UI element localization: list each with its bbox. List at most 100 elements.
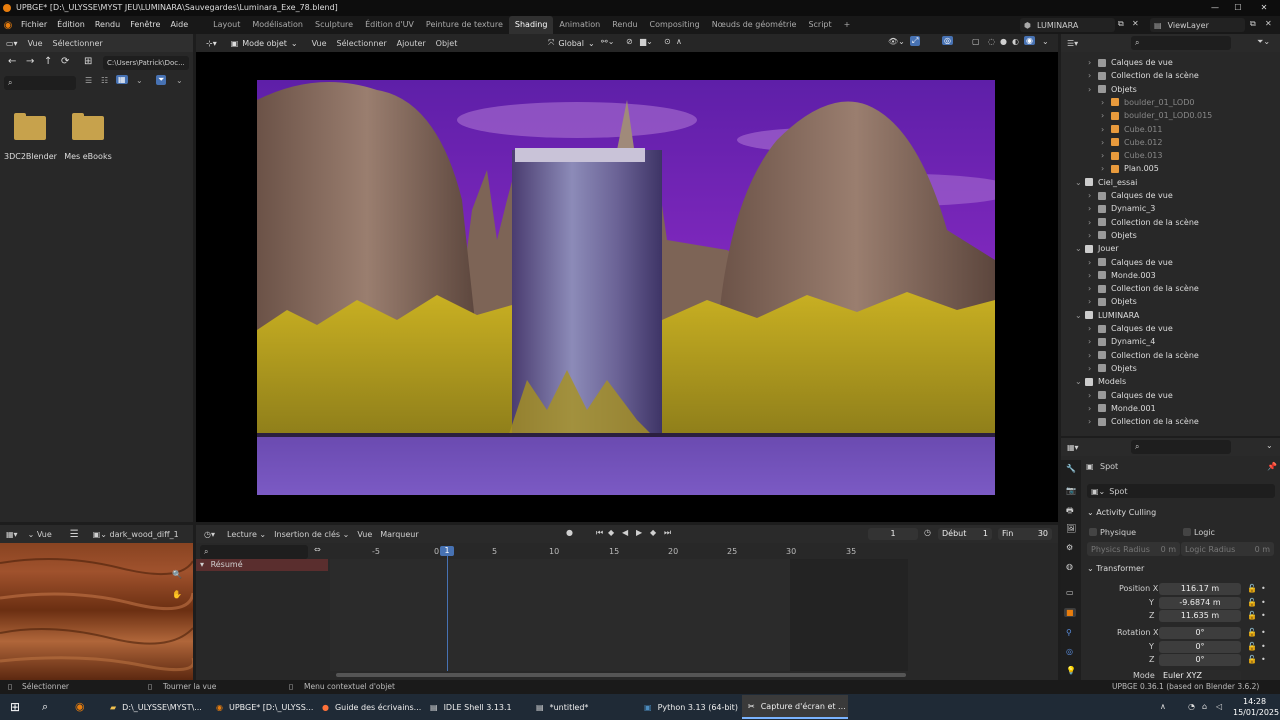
modifiers-tab-icon[interactable]: ⚲ <box>1066 628 1072 637</box>
editor-type-icon[interactable]: ▭▾ <box>6 39 18 48</box>
pan-hand-icon[interactable]: ✋ <box>172 590 182 599</box>
outliner-row[interactable]: › Objets <box>1088 362 1137 375</box>
tab-uv-editing[interactable]: Édition d'UV <box>359 16 420 34</box>
taskbar-item-explorer[interactable]: ▰ D:\_ULYSSE\MYST\... <box>104 695 204 719</box>
object-tab-icon[interactable]: ■ <box>1064 608 1076 617</box>
outliner-row[interactable]: › Calques de vue <box>1088 322 1173 335</box>
playhead-line[interactable] <box>447 547 448 671</box>
windows-start-icon[interactable]: ⊞ <box>10 700 20 714</box>
blender-logo-icon[interactable]: ◉ <box>0 16 16 34</box>
outliner-row[interactable]: › Monde.003 <box>1088 269 1156 282</box>
collection-tab-icon[interactable]: ▭ <box>1066 588 1074 597</box>
lock-icon[interactable]: 🔓 <box>1247 628 1257 637</box>
disclosure-icon[interactable]: › <box>1088 402 1098 415</box>
keyframe-dot-icon[interactable]: • <box>1261 642 1266 651</box>
chevron-down-icon[interactable]: ⌄ <box>1266 441 1273 450</box>
start-frame-field[interactable]: Début 1 <box>938 528 992 540</box>
zoom-icon[interactable]: 🔍 <box>172 570 182 579</box>
outliner-row[interactable]: › Dynamic_4 <box>1088 335 1155 348</box>
viewlayer-tab-icon[interactable]: 🖼 <box>1066 524 1076 533</box>
physics-radius-field[interactable]: Physics Radius 0 m <box>1087 542 1180 556</box>
pivot-icon[interactable]: ⚯⌄ <box>601 37 614 46</box>
delete-viewlayer-icon[interactable]: ✕ <box>1265 19 1272 28</box>
taskbar-item-snipping[interactable]: ✂ Capture d'écran et ... <box>742 695 848 719</box>
scene-selector[interactable]: ⬢ LUMINARA <box>1020 18 1115 32</box>
volume-icon[interactable]: ◁ <box>1216 702 1222 711</box>
editor-type-icon[interactable]: ⊹▾ <box>206 39 217 48</box>
thumb-view-icon[interactable]: ☷ <box>101 76 108 85</box>
close-icon[interactable]: ✕ <box>1254 0 1274 16</box>
disclosure-icon[interactable]: › <box>1088 69 1098 82</box>
logic-checkbox[interactable] <box>1183 528 1191 536</box>
outliner-row[interactable]: ⌄ LUMINARA <box>1075 309 1139 322</box>
keyframe-dot-icon[interactable]: • <box>1261 628 1266 637</box>
tab-modeling[interactable]: Modélisation <box>246 16 309 34</box>
disclosure-icon[interactable]: › <box>1101 149 1111 162</box>
add-workspace-button[interactable]: + <box>838 16 857 34</box>
jump-start-icon[interactable]: ⏮ <box>596 528 603 538</box>
tab-animation[interactable]: Animation <box>553 16 606 34</box>
keyframe-dot-icon[interactable]: • <box>1261 611 1266 620</box>
disclosure-icon[interactable]: ⌄ <box>1075 375 1085 388</box>
visibility-icon[interactable]: 👁⌄ <box>888 37 905 46</box>
folder-item[interactable]: Mes eBooks <box>62 112 114 162</box>
disclosure-icon[interactable]: › <box>1088 362 1098 375</box>
tray-chevron-icon[interactable]: ∧ <box>1160 702 1166 711</box>
tab-compositing[interactable]: Compositing <box>644 16 706 34</box>
shading-options-icon[interactable]: ⌄ <box>1042 37 1049 46</box>
new-scene-icon[interactable]: ⧉ <box>1118 19 1124 29</box>
outliner-row[interactable]: › Calques de vue <box>1088 56 1173 69</box>
fb-menu-select[interactable]: Sélectionner <box>53 39 103 48</box>
tl-menu-keying[interactable]: Insertion de clés ⌄ <box>274 530 349 539</box>
refresh-icon[interactable]: ⟳ <box>61 56 69 67</box>
filter-icon[interactable]: ⏷ <box>156 75 167 85</box>
jump-end-icon[interactable]: ⏭ <box>664 528 671 538</box>
snap-icon[interactable]: ⊘ <box>626 37 633 46</box>
vp-menu-view[interactable]: Vue <box>312 39 327 48</box>
new-folder-icon[interactable]: ⊞ <box>84 56 92 67</box>
timeline-search-input[interactable]: ⌕ <box>200 545 308 559</box>
maximize-icon[interactable]: ☐ <box>1228 0 1248 16</box>
outliner-search-input[interactable]: ⌕ <box>1131 36 1231 50</box>
render-tab-icon[interactable]: 📷 <box>1066 486 1076 495</box>
parent-dir-icon[interactable]: ↑ <box>44 56 52 67</box>
record-icon[interactable]: ● <box>566 528 573 537</box>
taskbar-item-upbge[interactable]: ◉ UPBGE* [D:\_ULYSS... <box>210 695 313 719</box>
rotation-x-field[interactable]: 0° <box>1159 627 1241 639</box>
app-icon[interactable]: ◉ <box>75 700 85 713</box>
search-icon[interactable]: ⌕ <box>42 700 48 714</box>
taskbar-item-idle[interactable]: ▤ IDLE Shell 3.13.1 <box>424 695 524 719</box>
world-tab-icon[interactable]: ◍ <box>1066 562 1073 571</box>
mode-selector[interactable]: ▣ Mode objet ⌄ <box>226 36 302 50</box>
outliner-row[interactable]: › Calques de vue <box>1088 389 1173 402</box>
outliner-row[interactable]: › Collection de la scène <box>1088 349 1199 362</box>
position-x-field[interactable]: 116.17 m <box>1159 583 1241 595</box>
disclosure-icon[interactable]: › <box>1088 389 1098 402</box>
outliner-row[interactable]: › Objets <box>1088 229 1137 242</box>
outliner-row[interactable]: › Cube.013 <box>1101 149 1162 162</box>
orientation-selector[interactable]: ⤧ Global ⌄ <box>544 36 599 50</box>
lock-icon[interactable]: 🔓 <box>1247 584 1257 593</box>
minimize-icon[interactable]: — <box>1205 0 1225 16</box>
editor-type-icon[interactable]: ▦▾ <box>6 530 18 539</box>
play-reverse-icon[interactable]: ◀ <box>622 528 628 537</box>
data-tab-icon[interactable]: 💡 <box>1066 666 1076 675</box>
disclosure-icon[interactable]: › <box>1101 109 1111 122</box>
timeline-scrollbar[interactable] <box>336 673 906 677</box>
outliner-row[interactable]: › Collection de la scène <box>1088 69 1199 82</box>
tl-menu-playback[interactable]: Lecture ⌄ <box>227 530 266 539</box>
hamburger-icon[interactable]: ☰ <box>70 529 79 540</box>
filter-options-icon[interactable]: ⌄ <box>176 76 183 85</box>
vp-menu-select[interactable]: Sélectionner <box>337 39 387 48</box>
rotation-mode-select[interactable]: Euler XYZ <box>1159 670 1241 680</box>
disclosure-icon[interactable]: › <box>1088 269 1098 282</box>
menu-file[interactable]: Fichier <box>16 16 52 34</box>
menu-window[interactable]: Fenêtre <box>125 16 165 34</box>
disclosure-icon[interactable]: › <box>1088 256 1098 269</box>
play-icon[interactable]: ▶ <box>636 528 642 537</box>
vp-menu-object[interactable]: Objet <box>436 39 458 48</box>
outliner-row[interactable]: › Cube.011 <box>1101 123 1162 136</box>
tab-texture-paint[interactable]: Peinture de texture <box>420 16 509 34</box>
clock-date[interactable]: 15/01/2025 <box>1233 708 1279 717</box>
outliner-row[interactable]: › Monde.001 <box>1088 402 1156 415</box>
